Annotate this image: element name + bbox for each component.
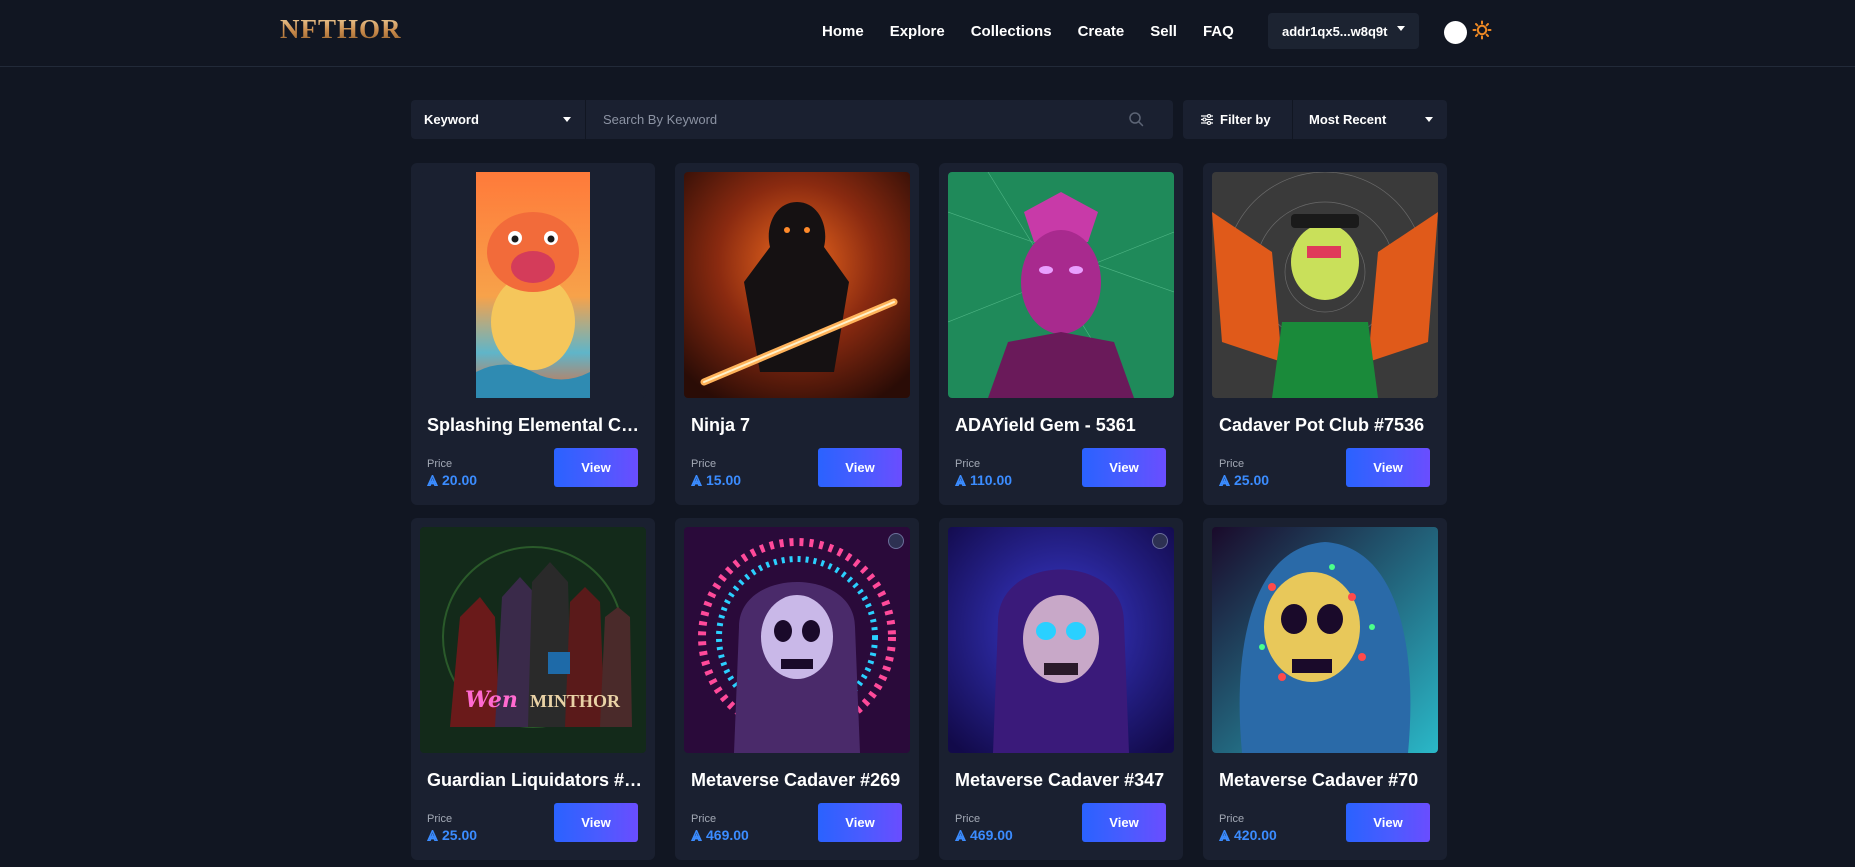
search-mode-label: Keyword: [424, 112, 479, 127]
price-value: 20.00: [427, 472, 477, 488]
price-amount: 25.00: [442, 827, 478, 843]
price-label: Price: [1219, 813, 1245, 825]
price-label: Price: [427, 458, 453, 470]
price-label: Price: [1219, 458, 1245, 470]
nav-explore[interactable]: Explore: [890, 23, 945, 40]
price-amount: 20.00: [442, 472, 478, 488]
ada-icon: [691, 474, 702, 486]
view-button[interactable]: View: [1082, 448, 1166, 487]
search-icon[interactable]: [1128, 111, 1144, 127]
price-amount: 420.00: [1234, 827, 1277, 843]
nft-title: Metaverse Cadaver #347: [955, 770, 1165, 790]
nav-sell[interactable]: Sell: [1150, 23, 1177, 40]
view-button[interactable]: View: [818, 448, 902, 487]
price-value: 25.00: [1219, 472, 1269, 488]
price-label: Price: [955, 813, 981, 825]
ada-icon: [427, 474, 438, 486]
nav-create[interactable]: Create: [1078, 23, 1125, 40]
view-button[interactable]: View: [554, 448, 638, 487]
chevron-down-icon: [563, 117, 571, 122]
ada-icon: [1219, 829, 1230, 841]
nft-image[interactable]: [420, 172, 646, 398]
wallet-dropdown[interactable]: addr1qx5...w8q9t: [1268, 13, 1419, 49]
view-button[interactable]: View: [818, 803, 902, 842]
price-label: Price: [691, 813, 717, 825]
nft-card[interactable]: Splashing Elemental Cre... Price 20.00 V…: [411, 163, 655, 505]
ada-icon: [1219, 474, 1230, 486]
price-amount: 15.00: [706, 472, 742, 488]
chevron-down-icon: [1397, 26, 1405, 31]
ada-icon: [691, 829, 702, 841]
nft-image[interactable]: Wen MINTHOR: [420, 527, 646, 753]
price-amount: 469.00: [970, 827, 1013, 843]
price-amount: 110.00: [970, 472, 1013, 488]
view-button[interactable]: View: [554, 803, 638, 842]
price-label: Price: [691, 458, 717, 470]
ada-icon: [955, 829, 966, 841]
price-value: 420.00: [1219, 827, 1277, 843]
nft-card[interactable]: Cadaver Pot Club #7536 Price 25.00 View: [1203, 163, 1447, 505]
main-nav: Home Explore Collections Create Sell FAQ: [822, 0, 1260, 62]
search-bar: Keyword: [411, 100, 1173, 139]
nft-title: Metaverse Cadaver #269: [691, 770, 901, 790]
price-value: 15.00: [691, 472, 741, 488]
nft-image[interactable]: [684, 527, 910, 753]
nav-faq[interactable]: FAQ: [1203, 23, 1234, 40]
nft-title: Ninja 7: [691, 415, 751, 435]
sun-icon[interactable]: [1472, 20, 1492, 40]
view-button[interactable]: View: [1346, 803, 1430, 842]
filter-sort-bar: Filter by Most Recent: [1183, 100, 1447, 139]
search-input[interactable]: [587, 100, 1147, 139]
view-button[interactable]: View: [1346, 448, 1430, 487]
price-value: 25.00: [427, 827, 477, 843]
price-amount: 25.00: [1234, 472, 1270, 488]
nft-image[interactable]: [1212, 172, 1438, 398]
overlay-text-minthor: MINTHOR: [530, 691, 620, 711]
nft-title: Cadaver Pot Club #7536: [1219, 415, 1425, 435]
sort-select[interactable]: Most Recent: [1294, 100, 1447, 139]
price-value: 469.00: [691, 827, 749, 843]
verified-badge-icon: [888, 533, 904, 549]
top-header: NFTHOR Home Explore Collections Create S…: [0, 0, 1855, 67]
nft-image[interactable]: [948, 172, 1174, 398]
nft-card[interactable]: Ninja 7 Price 15.00 View: [675, 163, 919, 505]
nft-image[interactable]: [948, 527, 1174, 753]
chevron-down-icon: [1425, 117, 1433, 122]
nft-card[interactable]: Wen MINTHOR Guardian Liquidators #8... P…: [411, 518, 655, 860]
logo-text: NFTHOR: [280, 13, 402, 44]
nft-image[interactable]: [684, 172, 910, 398]
filter-button[interactable]: Filter by: [1183, 100, 1293, 139]
nft-card[interactable]: Metaverse Cadaver #269 Price 469.00 View: [675, 518, 919, 860]
price-value: 469.00: [955, 827, 1013, 843]
view-button[interactable]: View: [1082, 803, 1166, 842]
nft-title: Guardian Liquidators #8...: [427, 770, 643, 790]
nft-title: Splashing Elemental Cre...: [427, 415, 643, 435]
verified-badge-icon: [1152, 533, 1168, 549]
price-value: 110.00: [955, 472, 1012, 488]
nav-collections[interactable]: Collections: [971, 23, 1052, 40]
filter-label: Filter by: [1220, 112, 1271, 127]
search-mode-select[interactable]: Keyword: [411, 100, 586, 139]
ada-icon: [955, 474, 966, 486]
nft-image[interactable]: [1212, 527, 1438, 753]
brand-logo[interactable]: NFTHOR: [280, 13, 401, 45]
nft-title: ADAYield Gem - 5361: [955, 415, 1136, 435]
sliders-icon: [1201, 114, 1213, 125]
nft-card[interactable]: Metaverse Cadaver #70 Price 420.00 View: [1203, 518, 1447, 860]
price-label: Price: [427, 813, 453, 825]
ada-icon: [427, 829, 438, 841]
nft-card[interactable]: Metaverse Cadaver #347 Price 469.00 View: [939, 518, 1183, 860]
profile-avatar[interactable]: [1444, 21, 1467, 44]
overlay-text-wen: Wen: [465, 687, 518, 713]
nav-home[interactable]: Home: [822, 23, 864, 40]
nft-card[interactable]: ADAYield Gem - 5361 Price 110.00 View: [939, 163, 1183, 505]
price-amount: 469.00: [706, 827, 749, 843]
nft-title: Metaverse Cadaver #70: [1219, 770, 1419, 790]
wallet-address: addr1qx5...w8q9t: [1282, 23, 1388, 39]
price-label: Price: [955, 458, 981, 470]
sort-selected: Most Recent: [1309, 112, 1387, 127]
